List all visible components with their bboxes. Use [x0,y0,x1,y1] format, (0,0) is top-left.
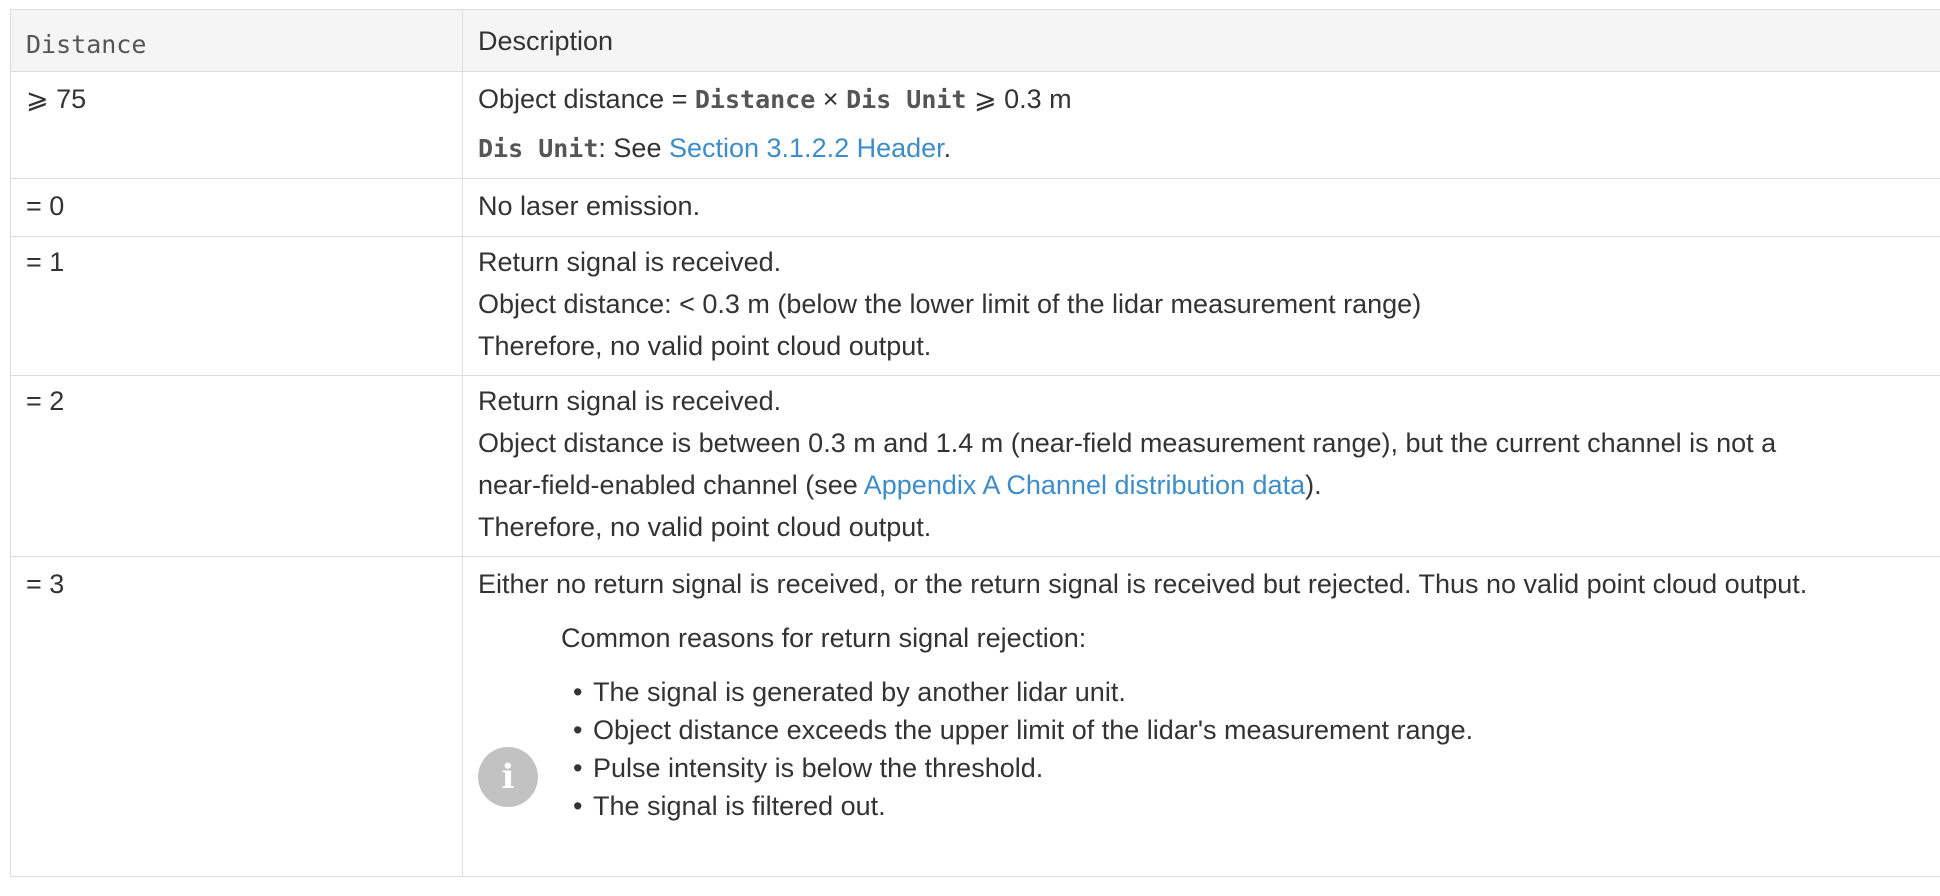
table-row: = 0 No laser emission. [10,178,1940,237]
bullet: • [573,677,583,707]
description-cell: No laser emission. [462,178,1940,237]
info-icon: i [478,747,538,807]
description-cell: Return signal is received. Object distan… [462,375,1940,557]
description-line: No laser emission. [478,191,701,221]
text: ⩾ 0.3 m [966,84,1072,114]
table-row: = 2 Return signal is received. Object di… [10,375,1940,557]
text: near-field-enabled channel (see [478,470,864,500]
bullet: • [573,753,583,783]
reasons-list: • The signal is generated by another lida… [561,673,1940,825]
text: : See [598,133,669,163]
list-item-text: Object distance exceeds the upper limit … [593,715,1474,745]
text: . [943,133,952,163]
list-item: • Object distance exceeds the upper limit… [573,711,1940,749]
info-note: i Common reasons for return signal rejec… [478,617,1940,825]
description-line: Either no return signal is received, or … [478,569,1808,599]
bullet: • [573,791,583,821]
distance-cell: = 2 [10,375,463,557]
code-dis-unit: Dis Unit [846,85,967,114]
link-appendix-a[interactable]: Appendix A Channel distribution data [864,470,1305,500]
text: ). [1305,470,1322,500]
description-line: Therefore, no valid point cloud output. [478,331,932,361]
list-item: • The signal is filtered out. [573,787,1940,825]
list-item: • Pulse intensity is below the threshold. [573,749,1940,787]
list-item-text: Pulse intensity is below the threshold. [593,753,1044,783]
table-row: ⩾ 75 Object distance = Distance × Dis Un… [10,71,1940,179]
description-cell: Return signal is received. Object distan… [462,236,1940,376]
text: Object distance = [478,84,695,114]
distance-cell: = 1 [10,236,463,376]
multiply-sign: × [815,84,847,114]
description-line: near-field-enabled channel (see Appendix… [478,464,1940,506]
description-line: Object distance is between 0.3 m and 1.4… [478,428,1777,458]
distance-cell: = 0 [10,178,463,237]
description-line: Return signal is received. [478,247,782,277]
distance-description-table: Distance Description ⩾ 75 Object distanc… [10,9,1940,877]
column-header-distance: Distance [10,9,463,72]
list-item-text: The signal is filtered out. [593,791,886,821]
description-line: Therefore, no valid point cloud output. [478,512,932,542]
description-line: Object distance: < 0.3 m (below the lowe… [478,289,1422,319]
note-title: Common reasons for return signal rejecti… [561,623,1087,653]
description-line: Dis Unit: See Section 3.1.2.2 Header. [478,127,1940,170]
table-header-row: Distance Description [10,9,1940,72]
distance-cell: ⩾ 75 [10,71,463,179]
distance-cell: = 3 [10,556,463,877]
link-section-header[interactable]: Section 3.1.2.2 Header [669,133,944,163]
description-cell: Object distance = Distance × Dis Unit ⩾ … [462,71,1940,179]
bullet: • [573,715,583,745]
code-dis-unit: Dis Unit [478,134,599,163]
column-header-description: Description [462,9,1940,72]
table-row: = 3 Either no return signal is received,… [10,556,1940,877]
list-item-text: The signal is generated by another lidar… [593,677,1126,707]
code-distance: Distance [694,85,816,114]
description-line: Return signal is received. [478,386,782,416]
list-item: • The signal is generated by another lida… [573,673,1940,711]
description-line: Object distance = Distance × Dis Unit ⩾ … [478,78,1940,121]
table-row: = 1 Return signal is received. Object di… [10,236,1940,376]
description-cell: Either no return signal is received, or … [462,556,1940,877]
